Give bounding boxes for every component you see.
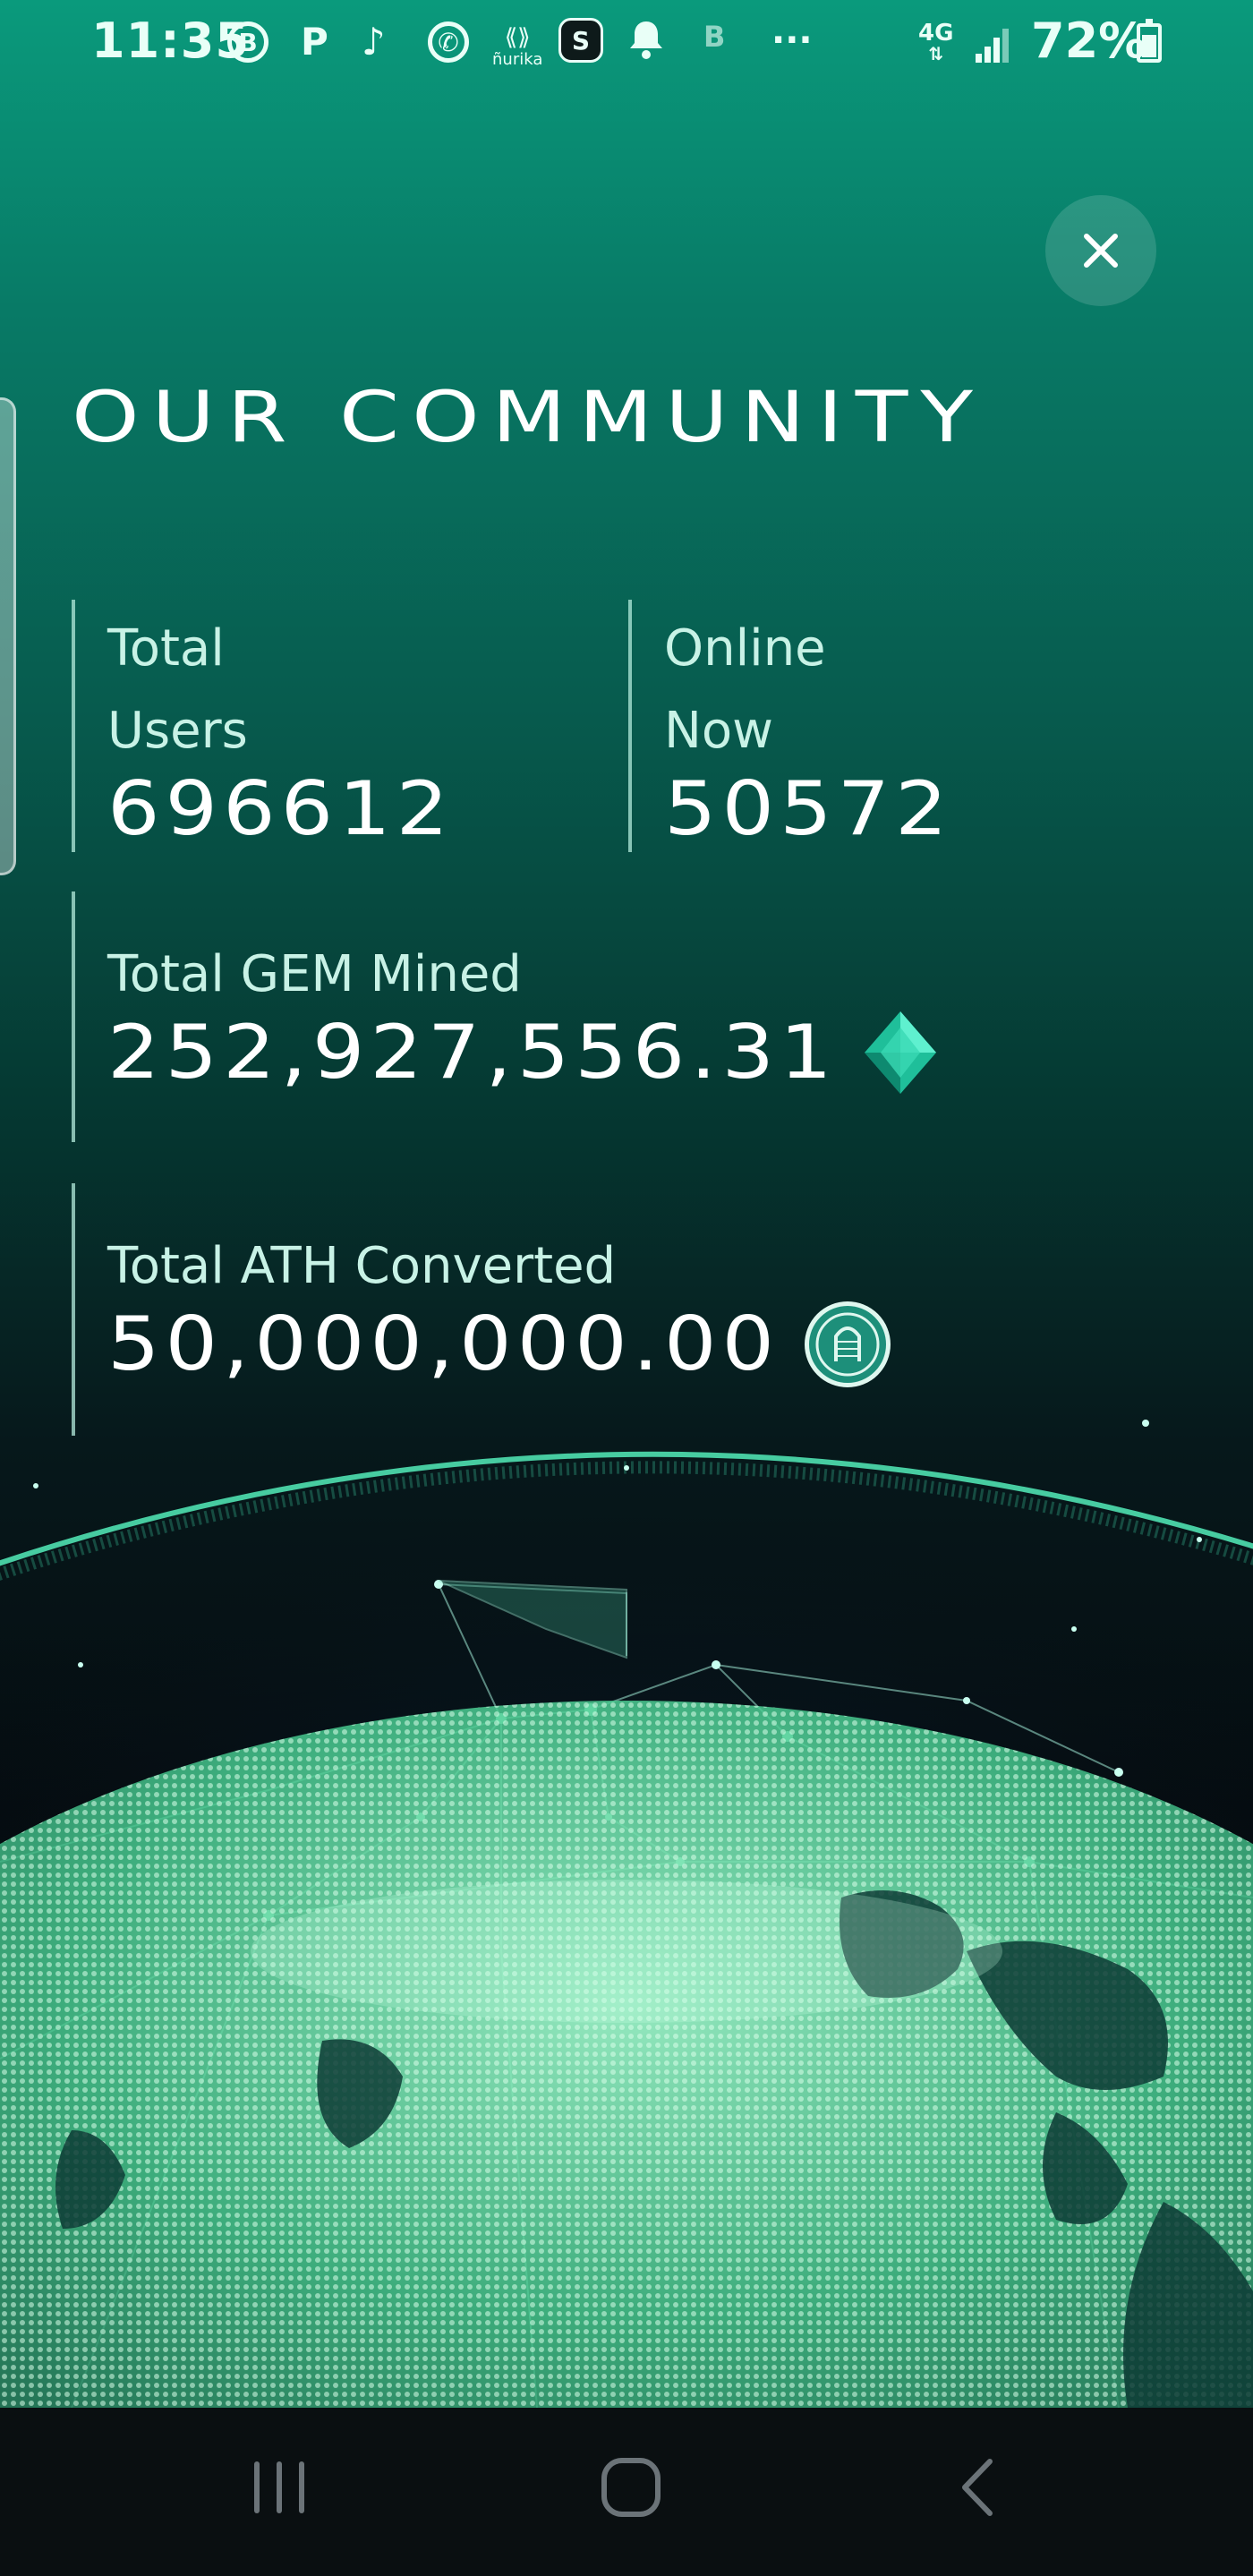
stat-label-line2: Now xyxy=(664,702,773,760)
recent-apps-button[interactable] xyxy=(251,2456,308,2522)
globe-illustration xyxy=(0,1396,1253,2408)
gem-icon xyxy=(864,1011,936,1094)
stat-label-line2: Users xyxy=(107,702,248,760)
home-icon xyxy=(601,2458,661,2517)
total-ath-value: 50,000,000.00 xyxy=(107,1301,780,1387)
stat-value: 50572 xyxy=(664,764,1165,854)
status-bar: 11:35 B P ♪ ✆ ⟪⟫ ñurika S B ··· 4G ⇅ 72% xyxy=(0,0,1253,90)
total-users-value: 696612 xyxy=(107,765,455,852)
bell-icon xyxy=(628,20,664,59)
online-now-value: 50572 xyxy=(664,765,953,852)
battery-percent: 72% xyxy=(1031,13,1147,69)
more-dots-icon: ··· xyxy=(771,20,813,61)
stat-label-line1: Online xyxy=(664,619,826,678)
battery-icon xyxy=(1137,19,1162,63)
nurika-icon: ⟪⟫ ñurika xyxy=(492,24,543,69)
close-button[interactable] xyxy=(1045,195,1156,306)
nurika-label: ñurika xyxy=(492,49,543,69)
close-icon xyxy=(1084,234,1118,268)
community-screen: 11:35 B P ♪ ✆ ⟪⟫ ñurika S B ··· 4G ⇅ 72% xyxy=(0,0,1253,2576)
app-s-icon: S xyxy=(558,18,603,63)
back-button[interactable] xyxy=(954,2456,1002,2522)
page-title: OUR COMMUNITY xyxy=(72,376,985,458)
back-icon xyxy=(962,2459,993,2516)
signal-icon xyxy=(976,27,1011,63)
status-time: 11:35 xyxy=(91,13,250,69)
stat-label: Total ATH Converted xyxy=(107,1237,617,1295)
recent-apps-icon xyxy=(254,2461,304,2513)
stat-label-line1: Total xyxy=(107,619,225,678)
stat-value: 696612 xyxy=(107,764,626,854)
tiktok-icon: ♪ xyxy=(362,20,386,64)
network-indicator: 4G ⇅ xyxy=(918,20,954,64)
stat-online-now: Online Now 50572 xyxy=(628,600,1165,852)
b-icon: B xyxy=(703,20,726,54)
network-label: 4G xyxy=(918,20,954,47)
stat-value: 252,927,556.31 xyxy=(107,1008,1146,1097)
stat-value: 50,000,000.00 xyxy=(107,1300,1146,1389)
edge-panel-handle[interactable] xyxy=(0,397,16,875)
p-icon: P xyxy=(301,20,328,64)
stat-total-users: Total Users 696612 xyxy=(72,600,626,852)
stat-total-gem-mined: Total GEM Mined 252,927,556.31 xyxy=(72,891,1146,1142)
b-circle-icon: B xyxy=(227,21,268,63)
ath-coin-icon xyxy=(805,1301,891,1387)
whatsapp-icon: ✆ xyxy=(428,21,469,63)
home-button[interactable] xyxy=(600,2456,662,2522)
total-gem-value: 252,927,556.31 xyxy=(107,1009,838,1096)
stat-label: Total GEM Mined xyxy=(107,945,522,1003)
system-nav-bar xyxy=(0,2408,1253,2576)
